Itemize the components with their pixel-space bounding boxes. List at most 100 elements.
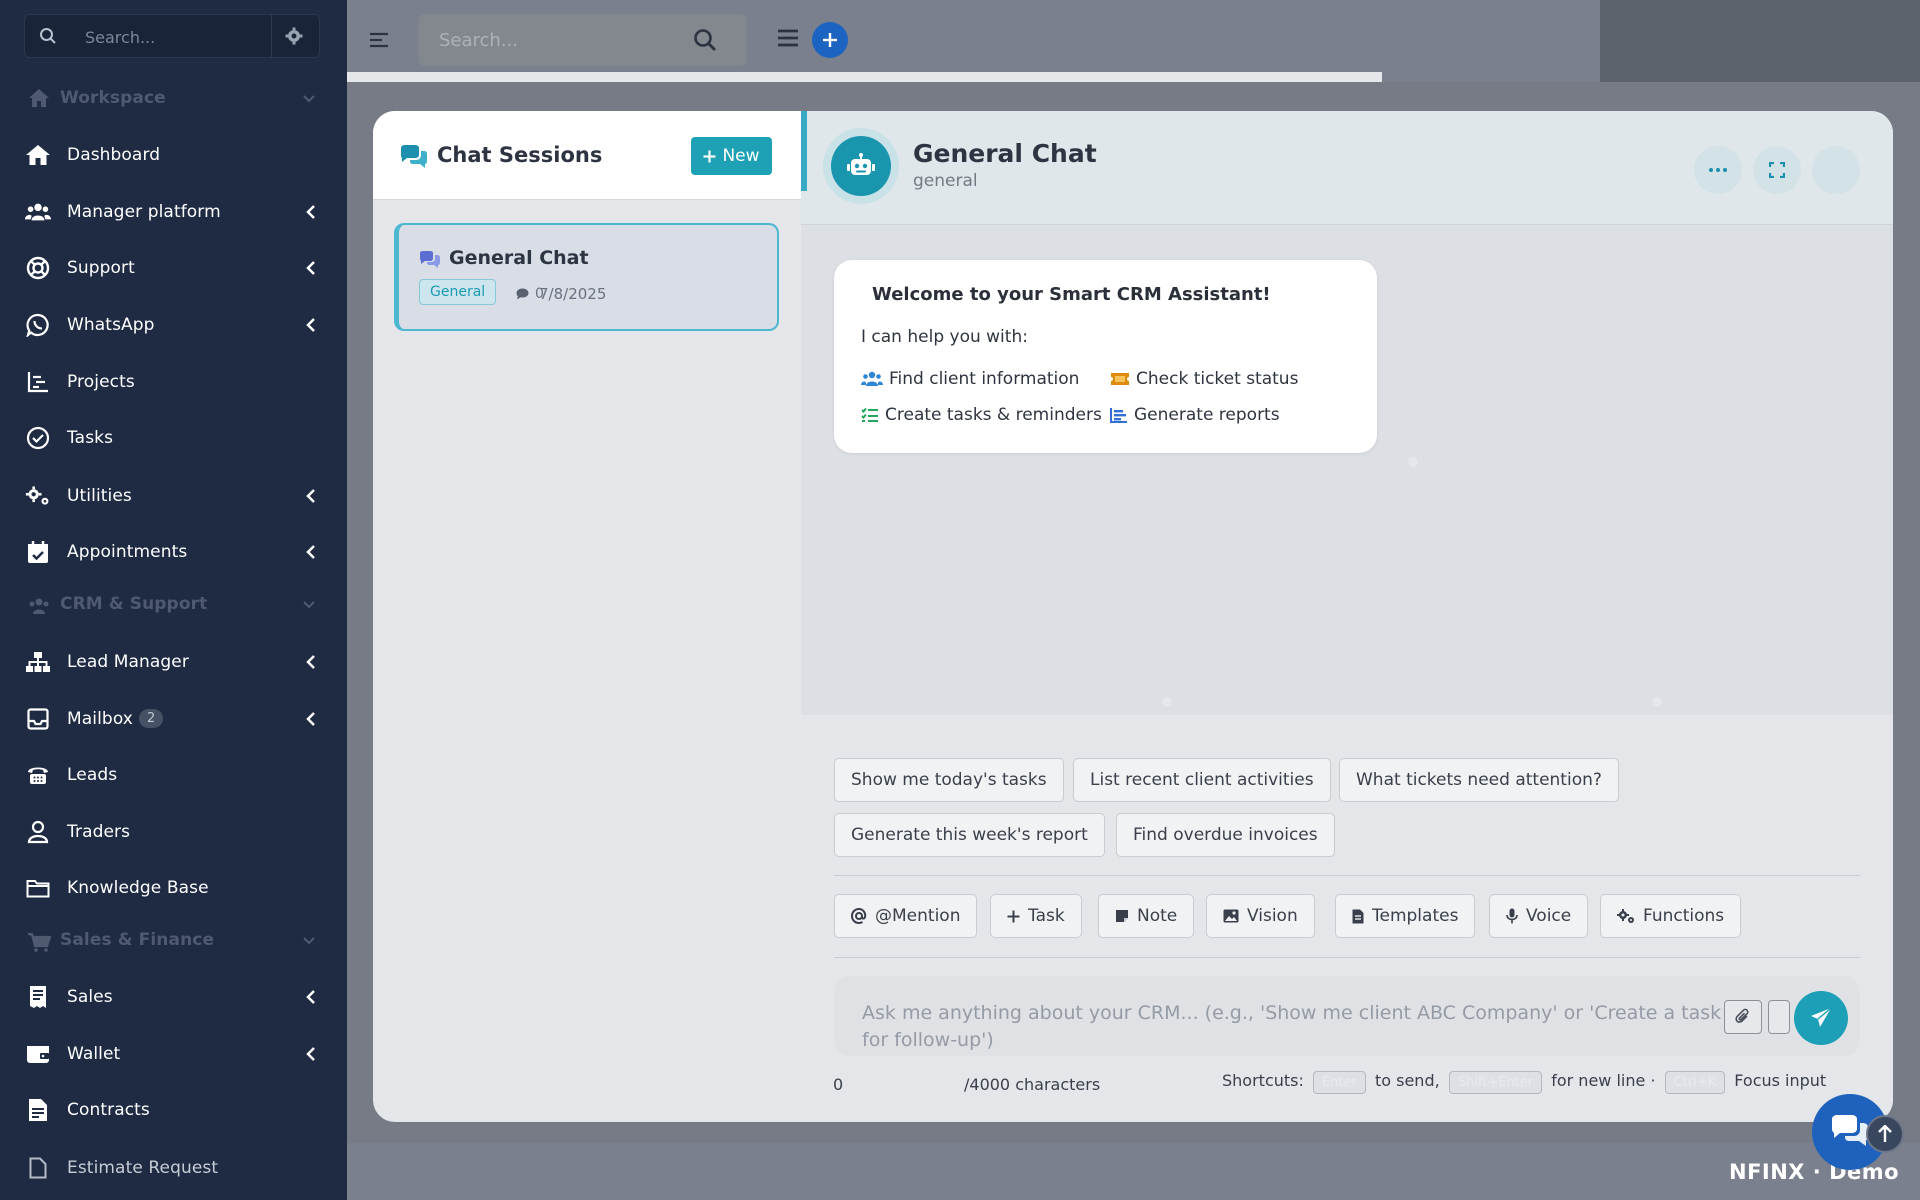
sidebar-item-support[interactable]: Support	[0, 244, 347, 292]
note-button[interactable]: Note	[1098, 894, 1195, 938]
sidebar-item-utilities[interactable]: Utilities	[0, 472, 347, 520]
expand-icon	[1769, 162, 1785, 178]
tool-label: @Mention	[875, 906, 961, 926]
sidebar-item-estimate-request[interactable]: Estimate Request	[0, 1144, 347, 1192]
tasks-icon	[861, 407, 879, 423]
templates-button[interactable]: Templates	[1335, 894, 1476, 938]
brand-label: NFINX · Demo	[1729, 1160, 1900, 1184]
sidebar-toggle-icon[interactable]	[369, 32, 389, 48]
phone-icon	[25, 763, 51, 787]
chevron-left-icon	[306, 489, 316, 503]
sidebar-item-whatsapp[interactable]: WhatsApp	[0, 301, 347, 349]
message-input[interactable]: Ask me anything about your CRM... (e.g.,…	[834, 976, 1860, 1056]
tool-label: Functions	[1643, 906, 1725, 926]
chat-header: General Chat general	[801, 111, 1893, 225]
bottom-bar	[347, 1143, 1920, 1200]
plus-icon	[1007, 910, 1020, 923]
voice-button[interactable]: Voice	[1489, 894, 1589, 938]
more-options-button[interactable]	[1694, 146, 1742, 194]
kbd-enter: Enter	[1312, 1071, 1366, 1094]
suggestion-chip[interactable]: Generate this week's report	[834, 813, 1105, 857]
robot-icon	[847, 153, 875, 179]
sidebar-item-label: Lead Manager	[67, 652, 189, 672]
section-workspace[interactable]: Workspace	[0, 74, 347, 122]
cart-icon	[26, 930, 52, 954]
shortcut-text: for new line ·	[1551, 1071, 1656, 1090]
sidebar-item-label: Wallet	[67, 1044, 121, 1064]
sidebar-item-label: Manager platform	[67, 202, 221, 222]
chevron-left-icon	[306, 318, 316, 332]
new-session-label: New	[722, 146, 760, 166]
wallet-icon	[25, 1042, 51, 1066]
tool-label: Task	[1028, 906, 1065, 926]
chevron-left-icon	[306, 990, 316, 1004]
comment-icon	[516, 288, 529, 300]
suggestion-chip[interactable]: What tickets need attention?	[1339, 758, 1619, 802]
sidebar-item-leads[interactable]: Leads	[0, 751, 347, 799]
task-button[interactable]: Task	[990, 894, 1082, 938]
sidebar-item-dashboard[interactable]: Dashboard	[0, 131, 347, 179]
gear-icon[interactable]	[285, 27, 303, 45]
feature-label: Check ticket status	[1136, 369, 1299, 389]
fullscreen-button[interactable]	[1753, 146, 1801, 194]
new-session-button[interactable]: New	[691, 137, 772, 175]
section-crm-support[interactable]: CRM & Support	[0, 580, 347, 628]
mention-button[interactable]: @Mention	[834, 894, 978, 938]
chat-sessions-panel: Chat Sessions New General Chat General 0…	[373, 111, 801, 1122]
chat-subtitle: general	[913, 171, 978, 191]
feature-check-ticket: Check ticket status	[1110, 369, 1298, 389]
home-icon	[26, 86, 52, 110]
search-icon[interactable]	[693, 28, 717, 52]
sidebar-item-label: Support	[67, 258, 135, 278]
sidebar-item-traders[interactable]: Traders	[0, 808, 347, 856]
sticky-note-icon	[1115, 909, 1129, 923]
feature-find-client: Find client information	[861, 369, 1079, 389]
sidebar-item-appointments[interactable]: Appointments	[0, 528, 347, 576]
session-tag: General	[419, 279, 497, 305]
chevron-left-icon	[306, 655, 316, 669]
sidebar-item-label: Sales	[67, 987, 113, 1007]
chat-sessions-header: Chat Sessions New	[373, 111, 801, 200]
send-button[interactable]	[1794, 991, 1848, 1045]
users-icon	[25, 200, 51, 224]
session-date: 7/8/2025	[539, 285, 607, 303]
tool-label: Templates	[1372, 906, 1459, 926]
suggestion-chip[interactable]: Show me today's tasks	[834, 758, 1064, 802]
attach-button[interactable]	[1724, 1000, 1762, 1034]
user-icon	[25, 820, 51, 844]
session-item[interactable]: General Chat General 0 7/8/2025	[394, 223, 779, 331]
sidebar-item-manager-platform[interactable]: Manager platform	[0, 188, 347, 236]
decor-dot	[1652, 697, 1662, 707]
tool-label: Vision	[1247, 906, 1298, 926]
tool-label: Voice	[1526, 906, 1572, 926]
menu-icon[interactable]	[777, 28, 799, 48]
sidebar: Search... Workspace Dashboard Manager pl…	[0, 0, 347, 1200]
format-button[interactable]	[1768, 1000, 1790, 1034]
cogs-icon	[1617, 908, 1635, 924]
sidebar-item-lead-manager[interactable]: Lead Manager	[0, 638, 347, 686]
top-search-input[interactable]: Search...	[419, 14, 747, 66]
suggestion-chip[interactable]: List recent client activities	[1073, 758, 1331, 802]
suggestion-chip[interactable]: Find overdue invoices	[1116, 813, 1335, 857]
quick-add-button[interactable]	[812, 22, 848, 58]
sidebar-item-label-group: Mailbox 2	[67, 709, 164, 729]
close-button[interactable]	[1812, 146, 1860, 194]
scroll-top-button[interactable]	[1866, 1115, 1904, 1153]
divider	[834, 957, 1860, 958]
unread-badge: 2	[138, 709, 164, 728]
shortcut-text: Focus input	[1734, 1071, 1827, 1090]
sidebar-item-tasks[interactable]: Tasks	[0, 414, 347, 462]
sidebar-item-sales[interactable]: Sales	[0, 973, 347, 1021]
section-sales-finance[interactable]: Sales & Finance	[0, 916, 347, 964]
vision-button[interactable]: Vision	[1206, 894, 1315, 938]
sidebar-item-contracts[interactable]: Contracts	[0, 1086, 347, 1134]
chevron-left-icon	[306, 205, 316, 219]
sidebar-item-wallet[interactable]: Wallet	[0, 1030, 347, 1078]
sidebar-item-projects[interactable]: Projects	[0, 358, 347, 406]
feature-create-tasks: Create tasks & reminders	[861, 405, 1102, 425]
chevron-left-icon	[306, 1047, 316, 1061]
sidebar-item-knowledge-base[interactable]: Knowledge Base	[0, 864, 347, 912]
sidebar-search[interactable]: Search...	[24, 14, 320, 58]
sidebar-item-mailbox[interactable]: Mailbox 2	[0, 695, 347, 743]
functions-button[interactable]: Functions	[1600, 894, 1742, 938]
